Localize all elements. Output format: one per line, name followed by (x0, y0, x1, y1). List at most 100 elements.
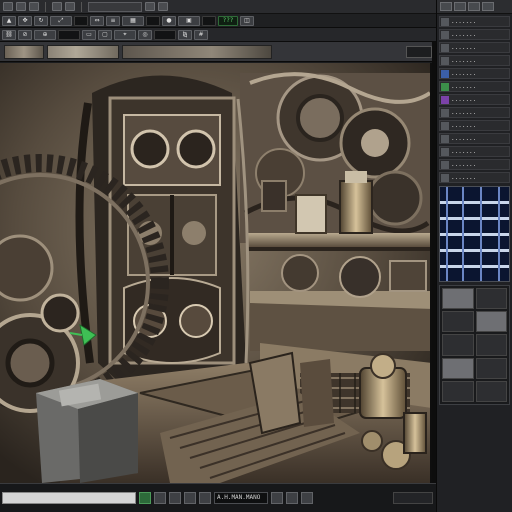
hierarchy-tab-icon[interactable] (468, 2, 480, 11)
selection-filter[interactable] (58, 29, 80, 40)
modifier-row[interactable]: ....... (439, 146, 510, 157)
mirror-icon[interactable]: ⇔ (90, 15, 104, 26)
material-editor-icon[interactable]: ● (162, 15, 176, 26)
modifier-label: ....... (451, 43, 477, 51)
modifier-row[interactable]: ....... (439, 159, 510, 170)
viewport-thumbnail[interactable] (4, 44, 44, 59)
pivot-icon[interactable]: ◎ (138, 29, 152, 40)
pan-icon[interactable] (286, 492, 298, 504)
viewport-tab[interactable] (406, 45, 432, 58)
parameter-grid (439, 285, 510, 405)
modifier-row[interactable]: ....... (439, 120, 510, 131)
viewport-tab-strip (0, 42, 436, 62)
viewport-thumbnail[interactable] (47, 44, 119, 59)
parameter-cell[interactable] (475, 311, 507, 333)
material-icon (441, 95, 449, 104)
secondary-toolbar: ⛓ ⊘ ⊕ ▭ ▢ ⌖ ◎ ⧎ # (0, 28, 436, 42)
create-tab-icon[interactable] (440, 2, 452, 11)
curve-editor-icon[interactable] (146, 15, 160, 26)
viewport-3d[interactable] (0, 63, 432, 483)
modifier-row[interactable]: ....... (439, 55, 510, 66)
modifier-row[interactable]: ....... (439, 94, 510, 105)
viewport-render (0, 63, 430, 483)
mirror-tool-icon[interactable]: ⧎ (178, 29, 192, 40)
track-view-graph[interactable] (439, 186, 510, 282)
bind-icon[interactable]: ⊕ (34, 29, 56, 40)
view-mode-icon[interactable] (202, 15, 216, 26)
layer-manager-icon[interactable]: ▦ (122, 15, 144, 26)
key-mode-icon[interactable] (169, 492, 181, 504)
modifier-label: ....... (451, 108, 477, 116)
modifier-label: ....... (451, 160, 477, 168)
status-field: A.H.MAN.MANO (214, 492, 268, 504)
modifier-label: ....... (451, 69, 477, 77)
file-icon[interactable] (3, 2, 13, 11)
status-counter: ??? (218, 15, 238, 26)
select-tool-icon[interactable]: ▲ (2, 15, 16, 26)
redo-icon[interactable] (65, 2, 75, 11)
parameter-cell[interactable] (442, 288, 474, 310)
layer-icon (441, 30, 449, 39)
modify-tab-icon[interactable] (454, 2, 466, 11)
render-button[interactable] (88, 1, 142, 12)
render-icon[interactable] (145, 2, 155, 11)
folder-icon[interactable] (16, 2, 26, 11)
rotate-tool-icon[interactable]: ↻ (34, 15, 48, 26)
grid-icon[interactable]: # (194, 29, 208, 40)
maxscript-listener[interactable] (2, 492, 136, 504)
main-toolbar: ▲ ✥ ↻ ⤢ ⇔ ≡ ▦ ● ▣ ??? ◫ (0, 14, 436, 28)
settings-icon[interactable] (158, 2, 168, 11)
modifier-row[interactable]: ....... (439, 16, 510, 27)
stop-icon[interactable] (199, 492, 211, 504)
status-bar: A.H.MAN.MANO (0, 483, 436, 512)
align-icon[interactable]: ≡ (106, 15, 120, 26)
named-selection[interactable] (154, 29, 176, 40)
modifier-row[interactable]: ....... (439, 172, 510, 183)
lock-selection-icon[interactable] (139, 492, 151, 504)
zoom-icon[interactable] (271, 492, 283, 504)
window-crossing-icon[interactable]: ▢ (98, 29, 112, 40)
link-icon[interactable]: ⛓ (2, 29, 16, 40)
reference-coord-icon[interactable]: ⌖ (114, 29, 136, 40)
layer-icon (441, 121, 449, 130)
parameter-cell[interactable] (475, 334, 507, 356)
layer-icon (441, 173, 449, 182)
parameter-cell[interactable] (442, 357, 474, 379)
modifier-row[interactable]: ....... (439, 29, 510, 40)
select-region-icon[interactable]: ▭ (82, 29, 96, 40)
save-icon[interactable] (29, 2, 39, 11)
parameter-cell[interactable] (475, 357, 507, 379)
parameter-cell[interactable] (475, 380, 507, 402)
play-icon[interactable] (184, 492, 196, 504)
layer-icon (441, 160, 449, 169)
move-tool-icon[interactable]: ✥ (18, 15, 32, 26)
parameter-cell[interactable] (442, 311, 474, 333)
foreground-box (36, 379, 138, 483)
parameter-cell[interactable] (442, 334, 474, 356)
modifier-stack: ....... ....... ....... ....... ....... … (437, 14, 512, 183)
viewport-icon[interactable]: ◫ (240, 15, 254, 26)
parameter-cell[interactable] (475, 288, 507, 310)
modifier-label: ....... (451, 147, 477, 155)
unlink-icon[interactable]: ⊘ (18, 29, 32, 40)
render-setup-icon[interactable]: ▣ (178, 15, 200, 26)
viewport-thumbnail[interactable] (122, 44, 272, 59)
modifier-row[interactable]: ....... (439, 107, 510, 118)
snap-icon[interactable] (74, 15, 88, 26)
modifier-row[interactable]: ....... (439, 42, 510, 53)
modifier-row[interactable]: ....... (439, 81, 510, 92)
time-slider[interactable] (393, 492, 433, 504)
modifier-label: ....... (451, 95, 477, 103)
layer-icon (441, 56, 449, 65)
modifier-row[interactable]: ....... (439, 133, 510, 144)
orbit-icon[interactable] (301, 492, 313, 504)
scale-tool-icon[interactable]: ⤢ (50, 15, 72, 26)
camera-icon (441, 82, 449, 91)
absolute-mode-icon[interactable] (154, 492, 166, 504)
parameter-cell[interactable] (442, 380, 474, 402)
undo-icon[interactable] (52, 2, 62, 11)
motion-tab-icon[interactable] (482, 2, 494, 11)
modifier-row[interactable]: ....... (439, 68, 510, 79)
modifier-label: ....... (451, 56, 477, 64)
command-panel-header (437, 0, 512, 14)
